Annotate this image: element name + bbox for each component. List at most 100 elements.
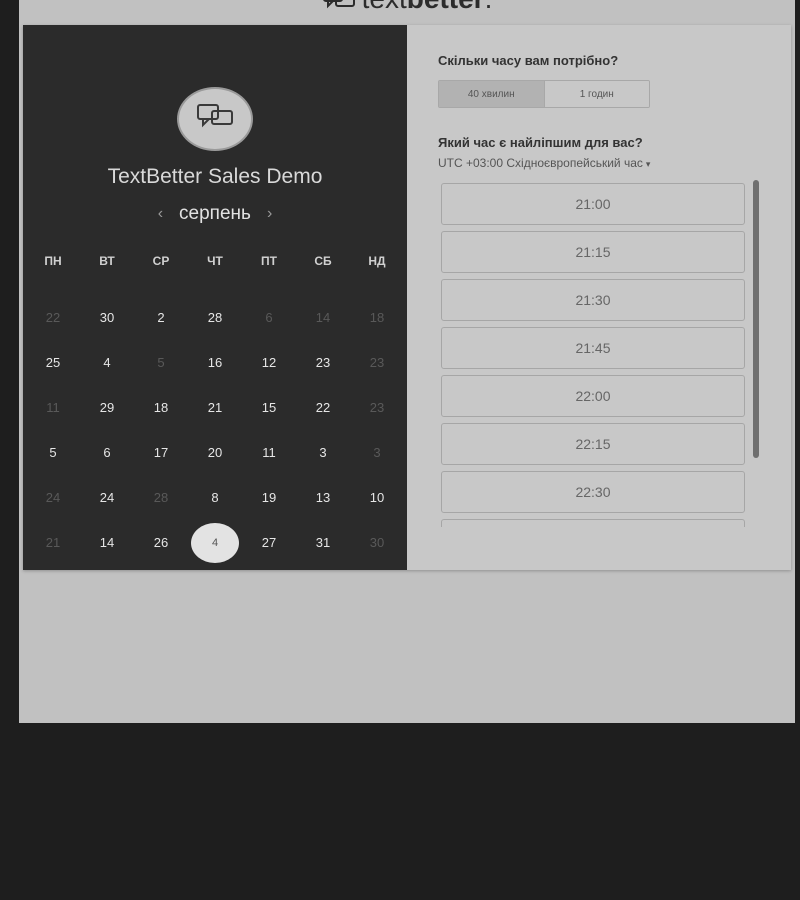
calendar-day[interactable]: 6 bbox=[80, 430, 134, 475]
chevron-left-icon[interactable]: ‹ bbox=[154, 205, 167, 223]
duration-toggle: 40 хвилин 1 годин bbox=[438, 80, 650, 108]
calendar-day[interactable]: 10 bbox=[350, 475, 404, 520]
day-number: 3 bbox=[373, 445, 381, 460]
weekday-label: НД bbox=[368, 254, 386, 268]
weekday-label: ПН bbox=[44, 254, 62, 268]
day-number: 31 bbox=[315, 535, 331, 550]
chat-bubbles-icon bbox=[322, 0, 356, 11]
day-number: 18 bbox=[369, 310, 385, 325]
event-title: TextBetter Sales Demo bbox=[107, 165, 323, 188]
day-number: 19 bbox=[261, 490, 277, 505]
month-label: серпень bbox=[179, 203, 251, 224]
time-slot-button[interactable]: 21:45 bbox=[441, 327, 745, 369]
calendar-day[interactable]: 8 bbox=[188, 475, 242, 520]
day-number: 4 bbox=[103, 355, 111, 370]
day-number: 28 bbox=[153, 490, 169, 505]
calendar-day[interactable]: 30 bbox=[80, 295, 134, 340]
calendar-day[interactable]: 5 bbox=[26, 430, 80, 475]
day-number: 13 bbox=[315, 490, 331, 505]
calendar-day[interactable]: 16 bbox=[188, 340, 242, 385]
duration-option-40[interactable]: 40 хвилин bbox=[439, 81, 545, 107]
day-number: 23 bbox=[369, 400, 385, 415]
calendar-day[interactable]: 19 bbox=[242, 475, 296, 520]
day-number: 4 bbox=[191, 522, 239, 563]
weekday-label: СР bbox=[152, 254, 170, 268]
chat-bubbles-icon bbox=[195, 102, 235, 137]
day-number: 5 bbox=[157, 355, 165, 370]
day-number: 27 bbox=[261, 535, 277, 550]
day-number: 24 bbox=[45, 490, 61, 505]
time-slot-button[interactable]: 21:30 bbox=[441, 279, 745, 321]
day-number: 21 bbox=[207, 400, 223, 415]
calendar-day[interactable]: 21 bbox=[188, 385, 242, 430]
calendar-day[interactable]: 26 bbox=[134, 520, 188, 565]
calendar-day[interactable]: 18 bbox=[134, 385, 188, 430]
calendar-day[interactable]: 4 bbox=[80, 340, 134, 385]
calendar-day[interactable]: 24 bbox=[80, 475, 134, 520]
calendar-panel: TextBetter Sales Demo ‹ серпень › ПН ВТ СР… bbox=[23, 25, 407, 570]
calendar-day: 3 bbox=[350, 430, 404, 475]
month-navigation: ‹ серпень › bbox=[23, 203, 407, 225]
day-number: 11 bbox=[46, 400, 60, 415]
weekday-label: ПТ bbox=[261, 254, 277, 268]
day-number: 24 bbox=[99, 490, 115, 505]
avatar bbox=[177, 87, 253, 151]
calendar-day[interactable]: 15 bbox=[242, 385, 296, 430]
calendar-day[interactable]: 17 bbox=[134, 430, 188, 475]
calendar-day: 24 bbox=[26, 475, 80, 520]
day-number: 30 bbox=[99, 310, 115, 325]
calendar-day[interactable]: 29 bbox=[80, 385, 134, 430]
calendar-day: 11 bbox=[26, 385, 80, 430]
duration-option-60[interactable]: 1 годин bbox=[544, 81, 649, 107]
calendar-grid: 22 30 2 28 6 14 18 25 4 5 16 12 23 23 11 29 18 21 15 22 23 5 6… bbox=[26, 295, 404, 565]
calendar-day[interactable]: 3 bbox=[296, 430, 350, 475]
time-panel: Скільки часу вам потрібно? 40 хвилин 1 г… bbox=[407, 25, 791, 570]
calendar-day: 5 bbox=[134, 340, 188, 385]
time-slot-list: 21:00 21:15 21:30 21:45 22:00 22:15 22:30 bbox=[441, 183, 747, 527]
day-number: 3 bbox=[319, 445, 327, 460]
day-number: 12 bbox=[261, 355, 277, 370]
day-number: 5 bbox=[49, 445, 57, 460]
slot-list-scrollbar[interactable] bbox=[753, 180, 759, 458]
weekday-label: ВТ bbox=[99, 254, 115, 268]
calendar-day: 6 bbox=[242, 295, 296, 340]
time-slot-button[interactable] bbox=[441, 519, 745, 527]
day-number: 6 bbox=[103, 445, 111, 460]
calendar-day[interactable]: 27 bbox=[242, 520, 296, 565]
calendar-day[interactable]: 11 bbox=[242, 430, 296, 475]
booking-card: TextBetter Sales Demo ‹ серпень › ПН ВТ СР… bbox=[23, 25, 791, 570]
calendar-day: 18 bbox=[350, 295, 404, 340]
day-number: 17 bbox=[153, 445, 169, 460]
calendar-day: 21 bbox=[26, 520, 80, 565]
day-number: 29 bbox=[99, 400, 115, 415]
calendar-day[interactable]: 2 bbox=[134, 295, 188, 340]
brand-name: textbetter. bbox=[362, 0, 493, 15]
timezone-selector[interactable]: UTC +03:00 Східноєвропейський час ▾ bbox=[438, 156, 650, 170]
day-number: 11 bbox=[262, 445, 276, 460]
day-number: 25 bbox=[45, 355, 61, 370]
time-slot-button[interactable]: 21:15 bbox=[441, 231, 745, 273]
calendar-day[interactable]: 23 bbox=[296, 340, 350, 385]
calendar-day[interactable]: 13 bbox=[296, 475, 350, 520]
brand-header: textbetter. bbox=[19, 0, 795, 14]
selected-day[interactable]: 4 bbox=[188, 520, 242, 565]
calendar-day[interactable]: 28 bbox=[188, 295, 242, 340]
calendar-day: 23 bbox=[350, 340, 404, 385]
chevron-right-icon[interactable]: › bbox=[263, 205, 276, 223]
calendar-day[interactable]: 25 bbox=[26, 340, 80, 385]
day-number: 23 bbox=[369, 355, 385, 370]
calendar-day: 23 bbox=[350, 385, 404, 430]
time-slot-button[interactable]: 21:00 bbox=[441, 183, 745, 225]
time-slot-button[interactable]: 22:30 bbox=[441, 471, 745, 513]
time-slot-button[interactable]: 22:00 bbox=[441, 375, 745, 417]
day-number: 23 bbox=[315, 355, 331, 370]
day-number: 18 bbox=[153, 400, 169, 415]
calendar-day[interactable]: 14 bbox=[80, 520, 134, 565]
weekday-label: СБ bbox=[314, 254, 332, 268]
calendar-day[interactable]: 20 bbox=[188, 430, 242, 475]
calendar-day[interactable]: 12 bbox=[242, 340, 296, 385]
calendar-day[interactable]: 22 bbox=[296, 385, 350, 430]
time-slot-button[interactable]: 22:15 bbox=[441, 423, 745, 465]
time-question: Який час є найліпшим для вас? bbox=[438, 135, 643, 150]
calendar-day[interactable]: 31 bbox=[296, 520, 350, 565]
